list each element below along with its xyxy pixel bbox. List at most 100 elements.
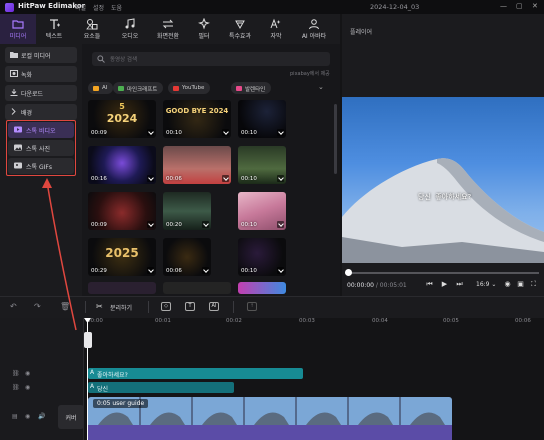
sidebar-item-local-media[interactable]: 로컬 미디어 [5,47,77,63]
divider [148,301,149,313]
playback-progress[interactable] [345,272,539,274]
cover-button[interactable]: 커버 [58,405,84,429]
media-thumbnail[interactable]: 00:10 [238,146,286,184]
chip-minecraft[interactable]: 마인크래프트 [113,82,164,94]
media-thumbnail[interactable]: 2025 00:29 [88,238,156,276]
tab-subtitle[interactable]: 자막 [258,14,294,44]
delete-icon[interactable]: 🗑 [60,302,70,311]
ruler-label: 00:05 [443,318,459,324]
download-icon[interactable] [147,129,154,136]
eye-icon[interactable]: ◉ [25,413,30,420]
fullscreen-icon[interactable]: ⛶ [529,280,538,289]
media-thumbnail[interactable]: 00:10 [238,192,286,230]
split-button[interactable]: 분리하기 [110,303,132,312]
timeline-marker[interactable] [84,332,92,348]
marker-icon[interactable]: ◇ [161,302,171,311]
media-thumbnail[interactable]: 00:06 [163,146,231,184]
video-subtitle: 당신 좋아하세요? [418,193,472,201]
media-thumbnail[interactable]: 00:06 [163,238,211,276]
chip-ai[interactable]: AI [88,82,114,94]
media-thumbnail[interactable] [163,282,231,294]
eye-icon[interactable]: ◉ [25,370,30,377]
eye-icon[interactable]: ◉ [25,384,30,391]
progress-handle[interactable] [345,269,352,276]
snapshot-icon[interactable]: ◉ [503,280,512,289]
chip-youtube[interactable]: YouTube [168,82,211,94]
sidebar-item-download[interactable]: 다운로드 [5,85,77,101]
download-icon[interactable] [277,175,284,182]
chevron-down-icon[interactable]: ⌄ [318,83,324,91]
previous-frame-icon[interactable]: ⏮ [425,280,434,289]
heart-icon [236,85,242,91]
sidebar-item-record[interactable]: 녹화 [5,66,77,82]
tab-audio[interactable]: 오디오 [112,14,148,44]
folder-icon [10,51,18,58]
redo-icon[interactable]: ↷ [34,302,41,311]
download-icon[interactable] [147,267,154,274]
menu-help[interactable]: 도움 [111,3,122,12]
media-thumbnail[interactable]: 00:16 [88,146,156,184]
search-input[interactable]: 동영상 검색 [92,52,330,66]
video-preview[interactable] [342,97,544,263]
volume-icon[interactable]: 🔊 [38,413,45,420]
sidebar-item-background[interactable]: 배경 [5,104,77,120]
audio-waveform-bar [88,425,452,440]
ruler-label: 00:04 [372,318,388,324]
download-icon[interactable] [277,221,284,228]
ai-tool-icon[interactable]: AI [209,302,219,311]
minimize-button[interactable]: — [500,2,507,10]
tab-text[interactable]: 텍스트 [36,14,72,44]
export-icon[interactable]: ↑ [247,302,257,311]
next-frame-icon[interactable]: ⏭ [455,280,464,289]
tab-media[interactable]: 미디어 [0,14,36,44]
tab-filter[interactable]: 필터 [186,14,222,44]
download-icon[interactable] [222,129,229,136]
close-button[interactable]: ✕ [532,2,538,10]
media-thumbnail[interactable]: 00:10 [238,238,286,276]
media-scrollbar[interactable] [334,104,337,174]
highlight-box [6,120,76,176]
ai-icon [93,85,99,91]
fit-screen-icon[interactable]: ▣ [516,280,525,289]
media-thumbnail[interactable]: 00:20 [163,192,211,230]
audio-icon [124,18,136,30]
undo-icon[interactable]: ↶ [10,302,17,311]
search-icon [97,55,105,63]
aspect-ratio-select[interactable]: 16:9 ⌄ [476,281,496,288]
video-clip-label: 0:05 user guide [93,399,149,408]
media-thumbnail[interactable] [238,282,286,294]
download-icon[interactable] [277,267,284,274]
media-thumbnail[interactable]: 00:09 [88,192,156,230]
maximize-button[interactable]: ▢ [516,2,523,10]
tab-transition[interactable]: 화면전환 [150,14,186,44]
media-thumbnail[interactable]: 5 2024 00:09 [88,100,156,138]
text-clip[interactable]: A 좋아하세요? [88,368,303,379]
chip-valentine[interactable]: 발렌타인 [231,82,272,94]
ruler-label: 00:03 [299,318,315,324]
text-add-icon[interactable]: T [185,302,195,311]
menu-settings[interactable]: 설정 [93,3,104,12]
play-icon[interactable]: ▶ [440,280,449,289]
tab-elements[interactable]: 요소들 [74,14,110,44]
scissors-icon[interactable]: ✂ [96,302,103,311]
download-icon[interactable] [277,129,284,136]
download-icon[interactable] [222,175,229,182]
media-thumbnail[interactable]: GOOD BYE 2024 00:10 [163,100,231,138]
record-icon [10,70,18,77]
text-track-icon: ⛓ [12,384,20,391]
download-icon[interactable] [147,221,154,228]
download-icon[interactable] [147,175,154,182]
subtitle-icon [270,18,282,30]
filter-icon [198,18,210,30]
ai-avatar-icon [308,18,320,30]
text-clip[interactable]: A 당신 [88,382,234,393]
timecode: 00:00:00 / 00:05:01 [347,282,407,289]
menu-file[interactable]: 파일 [75,3,86,12]
tab-ai-avatar[interactable]: AI 아바타 [294,14,334,44]
tab-effects[interactable]: 특수효과 [222,14,258,44]
download-icon[interactable] [202,267,209,274]
download-icon[interactable] [202,221,209,228]
media-thumbnail[interactable]: 00:10 [238,100,286,138]
media-thumbnail[interactable] [88,282,156,294]
project-title: 2024-12-04_03 [370,3,420,11]
